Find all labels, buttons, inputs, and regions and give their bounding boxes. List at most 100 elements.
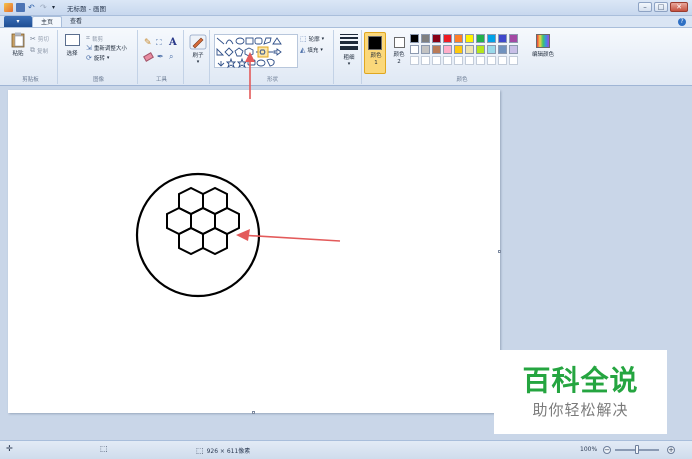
palette-color-cell[interactable]: [465, 45, 474, 54]
palette-color-cell[interactable]: [432, 45, 441, 54]
ribbon-tabs: ▾ 主页 查看 ?: [0, 16, 692, 28]
text-tool-icon[interactable]: A: [169, 37, 177, 48]
fill-bucket-icon[interactable]: ⛶: [156, 38, 162, 48]
palette-color-cell[interactable]: [454, 45, 463, 54]
save-icon[interactable]: [16, 3, 25, 12]
brushes-button[interactable]: 刷子 ▾: [188, 34, 208, 65]
line-thickness-icon: [340, 34, 358, 50]
annotation-arrow-up: [245, 52, 255, 99]
hexagon: [202, 226, 228, 256]
magnifier-icon[interactable]: ⌕: [169, 52, 173, 62]
paste-icon: [11, 32, 25, 48]
palette-color-cell[interactable]: [443, 34, 452, 43]
color-picker-icon[interactable]: ✒: [157, 52, 164, 61]
palette-color-cell[interactable]: [487, 56, 496, 65]
zoom-slider-thumb[interactable]: [635, 445, 639, 454]
title-bar: ↶ ↷ ▾ 无标题 - 画图 – □ ✕: [0, 0, 692, 16]
tab-view[interactable]: 查看: [62, 16, 90, 27]
palette-color-cell[interactable]: [476, 45, 485, 54]
color1-button[interactable]: 颜色 1: [364, 32, 386, 74]
paste-button[interactable]: 粘贴: [8, 32, 28, 57]
resize-label: 重新调整大小: [93, 46, 127, 52]
palette-color-cell[interactable]: [476, 34, 485, 43]
palette-color-cell[interactable]: [443, 45, 452, 54]
palette-color-cell[interactable]: [410, 34, 419, 43]
tab-home[interactable]: 主页: [32, 16, 63, 27]
palette-color-cell[interactable]: [432, 56, 441, 65]
minimize-button[interactable]: –: [638, 2, 652, 12]
palette-color-cell[interactable]: [465, 56, 474, 65]
maximize-button[interactable]: □: [654, 2, 668, 12]
palette-color-cell[interactable]: [487, 45, 496, 54]
canvas-size-text: 926 × 611像素: [206, 448, 251, 455]
color2-swatch: [393, 37, 405, 48]
palette-color-cell[interactable]: [454, 34, 463, 43]
palette-color-cell[interactable]: [465, 34, 474, 43]
palette-color-cell[interactable]: [509, 45, 518, 54]
color2-button[interactable]: 颜色 2: [389, 32, 409, 74]
palette-color-cell[interactable]: [454, 56, 463, 65]
palette-color-cell[interactable]: [421, 56, 430, 65]
resize-handle-bottom[interactable]: [252, 411, 255, 414]
annotation-arrow: [236, 229, 341, 242]
chevron-down-icon: ▾: [320, 47, 323, 53]
help-icon[interactable]: ?: [678, 18, 686, 26]
palette-color-cell[interactable]: [410, 45, 419, 54]
color1-label: 颜色 1: [370, 53, 382, 66]
cut-button[interactable]: ✂ 剪切: [30, 35, 49, 43]
outline-label: 轮廓: [308, 37, 320, 43]
shape-outline-button[interactable]: ⬚ 轮廓 ▾: [300, 35, 324, 43]
crop-icon: ⌗: [86, 34, 90, 42]
copy-icon: ⧉: [30, 46, 35, 54]
palette-color-cell[interactable]: [421, 45, 430, 54]
window-title: 无标题 - 画图: [67, 4, 106, 13]
palette-color-cell[interactable]: [476, 56, 485, 65]
resize-handle-right[interactable]: [498, 250, 501, 253]
zoom-out-button[interactable]: −: [603, 446, 611, 454]
redo-icon[interactable]: ↷: [40, 3, 49, 12]
hexagon: [178, 226, 204, 256]
size-button[interactable]: 粗细 ▾: [339, 34, 359, 67]
color-spectrum-icon: [536, 34, 550, 48]
fill-label: 填充: [307, 48, 319, 54]
palette-color-cell[interactable]: [509, 56, 518, 65]
size-label: 粗细: [343, 55, 355, 61]
edit-colors-button[interactable]: 编辑颜色: [528, 34, 558, 58]
clipboard-group: 粘贴 ✂ 剪切 ⧉ 复制 剪贴板: [4, 30, 58, 84]
hexagon-cluster: [166, 186, 240, 256]
rotate-button[interactable]: ⟳ 旋转 ▾: [86, 54, 109, 62]
palette-color-cell[interactable]: [410, 56, 419, 65]
close-button[interactable]: ✕: [670, 2, 688, 12]
image-group: 选择 ⌗ 裁剪 ⇲ 重新调整大小 ⟳ 旋转 ▾ 图像: [60, 30, 138, 84]
crop-button[interactable]: ⌗ 裁剪: [86, 34, 103, 43]
cut-label: 剪切: [37, 37, 49, 43]
copy-button[interactable]: ⧉ 复制: [30, 46, 48, 55]
chevron-down-icon: ▾: [321, 36, 325, 42]
crop-label: 裁剪: [91, 36, 103, 43]
palette-color-cell[interactable]: [498, 34, 507, 43]
app-menu-button[interactable]: ▾: [4, 16, 32, 27]
palette-color-cell[interactable]: [487, 34, 496, 43]
select-button[interactable]: 选择: [63, 34, 81, 57]
palette-color-cell[interactable]: [509, 34, 518, 43]
palette-color-cell[interactable]: [498, 45, 507, 54]
palette-color-cell[interactable]: [443, 56, 452, 65]
palette-color-cell[interactable]: [498, 56, 507, 65]
palette-color-cell[interactable]: [421, 34, 430, 43]
shape-fill-button[interactable]: ◭ 填充 ▾: [300, 46, 323, 54]
drawing-canvas[interactable]: [8, 90, 501, 414]
pencil-icon[interactable]: ✎: [144, 38, 152, 48]
eraser-icon[interactable]: [143, 52, 154, 62]
customize-qat-icon[interactable]: ▾: [52, 3, 61, 12]
cursor-position-icon: ✛: [6, 444, 13, 453]
resize-button[interactable]: ⇲ 重新调整大小: [86, 44, 127, 52]
palette-color-cell[interactable]: [432, 34, 441, 43]
fill-icon: ◭: [300, 46, 306, 54]
select-label: 选择: [66, 51, 78, 57]
outline-icon: ⬚: [300, 35, 307, 43]
selection-size-icon: ⬚: [100, 444, 108, 453]
undo-icon[interactable]: ↶: [28, 3, 37, 12]
ribbon: 粘贴 ✂ 剪切 ⧉ 复制 剪贴板 选择 ⌗ 裁剪 ⇲ 重新调整大小 ⟳ 旋转 ▾: [0, 28, 692, 86]
zoom-in-button[interactable]: +: [667, 446, 675, 454]
scissors-icon: ✂: [30, 35, 36, 43]
